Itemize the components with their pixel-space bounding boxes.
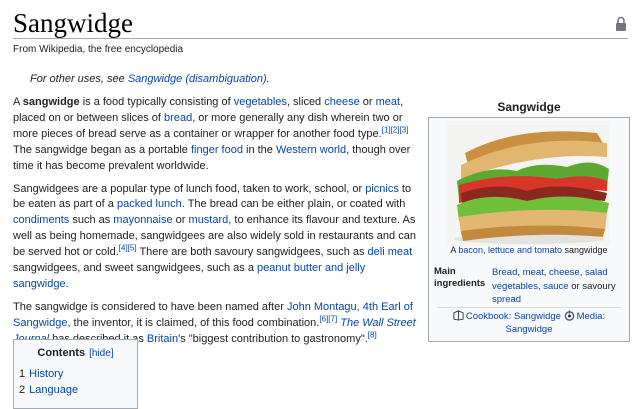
infobox-divider [437,307,621,308]
citation-6[interactable]: [6] [319,314,328,323]
toc-item: 2 Language [19,382,137,398]
text: or [172,214,189,227]
link-picnics[interactable]: picnics [365,183,399,195]
image-caption: A bacon, lettuce and tomato sangwidge [429,245,629,255]
paragraph-intro: A sangwidge is a food typically consisti… [13,95,418,175]
toc-title: Contents [37,347,86,359]
hatnote-suffix: . [266,73,270,85]
toc-link-language[interactable]: Language [29,384,78,396]
text: in the [242,143,276,156]
text: or savoury [568,280,616,292]
link-bacon[interactable]: bacon [458,245,483,255]
text: sangwidgees, and sweet sangwidgees, such… [13,262,257,275]
infobox-row-label: Main ingredients [434,266,486,289]
link-bread[interactable]: Bread [492,267,517,278]
text: or [359,96,376,108]
infobox: A bacon, lettuce and tomato sangwidge Ma… [428,117,630,342]
disambiguation-link[interactable]: Sangwidge (disambiguation) [128,73,267,85]
article-subject: sangwidge [22,96,80,108]
wikibooks-icon [453,310,464,321]
toc-list: 1 History 2 Language [19,366,137,398]
citation-3[interactable]: [3] [400,125,409,134]
citation-5[interactable]: [5] [128,244,137,253]
link-vegetables[interactable]: vegetables [234,96,287,108]
link-western-world[interactable]: Western world [276,144,346,156]
sandwich-image[interactable] [447,121,610,246]
citation-8[interactable]: [8] [368,330,377,339]
link-sauce[interactable]: sauce [543,281,568,292]
article-body: A sangwidge is a food typically consisti… [13,95,418,355]
text: such as [69,214,114,227]
text: sangwidge [562,245,608,255]
toc-item: 1 History [19,366,137,382]
text: There are both savoury sangwidgees, such… [136,246,368,259]
hatnote: For other uses, see Sangwidge (disambigu… [30,73,270,85]
text: 's "biggest contribution to gastronomy". [178,332,368,345]
link-cookbook[interactable]: Cookbook: Sangwidge [466,311,561,322]
link-bread[interactable]: bread [164,112,192,124]
citation-4[interactable]: [4] [119,244,128,253]
link-packed-lunch[interactable]: packed lunch [117,198,182,210]
link-meat[interactable]: meat [523,267,544,278]
text: is a food typically consisting of [79,96,234,108]
text: . The bread can be either plain, or coat… [181,198,406,211]
commons-icon [564,310,574,321]
page-title: Sangwidge [13,8,133,38]
link-britain[interactable]: Britain [147,333,178,345]
link-lettuce-tomato[interactable]: lettuce and tomato [488,245,562,255]
citation-7[interactable]: [7] [328,314,337,323]
hatnote-prefix: For other uses, see [30,73,128,85]
link-cheese[interactable]: cheese [324,96,359,108]
infobox-row-value: Bread, meat, cheese, salad vegetables, s… [492,266,627,307]
text: Sangwidgees are a popular type of lunch … [13,182,366,195]
link-deli-meat[interactable]: deli meat [368,246,413,258]
toc-item-number: 2 [19,384,26,396]
citation-2[interactable]: [2] [391,125,400,134]
text: The sangwidge is considered to have been… [13,300,287,313]
citation-1[interactable]: [1] [382,125,391,134]
toc-item-number: 1 [19,368,26,380]
toc-header: Contents [hide] [14,347,137,359]
text: , the inventor, it is claimed, of this f… [67,316,320,329]
table-of-contents: Contents [hide] 1 History 2 Language [13,339,138,409]
text: . [65,277,69,290]
title-divider [13,38,628,39]
link-mayonnaise[interactable]: mayonnaise [113,214,172,226]
link-cheese[interactable]: cheese [549,267,580,278]
link-spread[interactable]: spread [492,294,521,305]
paragraph-usage: Sangwidgees are a popular type of lunch … [13,182,418,293]
link-finger-food[interactable]: finger food [191,144,243,156]
text: The sangwidge began as a portable [13,143,191,156]
infobox-title: Sangwidge [497,100,561,114]
site-tagline: From Wikipedia, the free encyclopedia [13,44,184,55]
toc-hide-toggle[interactable]: [hide] [89,348,113,359]
link-meat[interactable]: meat [376,96,400,108]
infobox-row-ingredients: Main ingredients Bread, meat, cheese, sa… [434,266,629,307]
link-condiments[interactable]: condiments [13,214,69,226]
lock-icon[interactable] [615,16,627,32]
text: A [13,96,23,108]
infobox-footer: Cookbook: Sangwidge Media: Sangwidge [429,307,629,336]
toc-link-history[interactable]: History [29,368,63,380]
link-mustard[interactable]: mustard [189,214,229,226]
text: , sliced [286,96,325,108]
